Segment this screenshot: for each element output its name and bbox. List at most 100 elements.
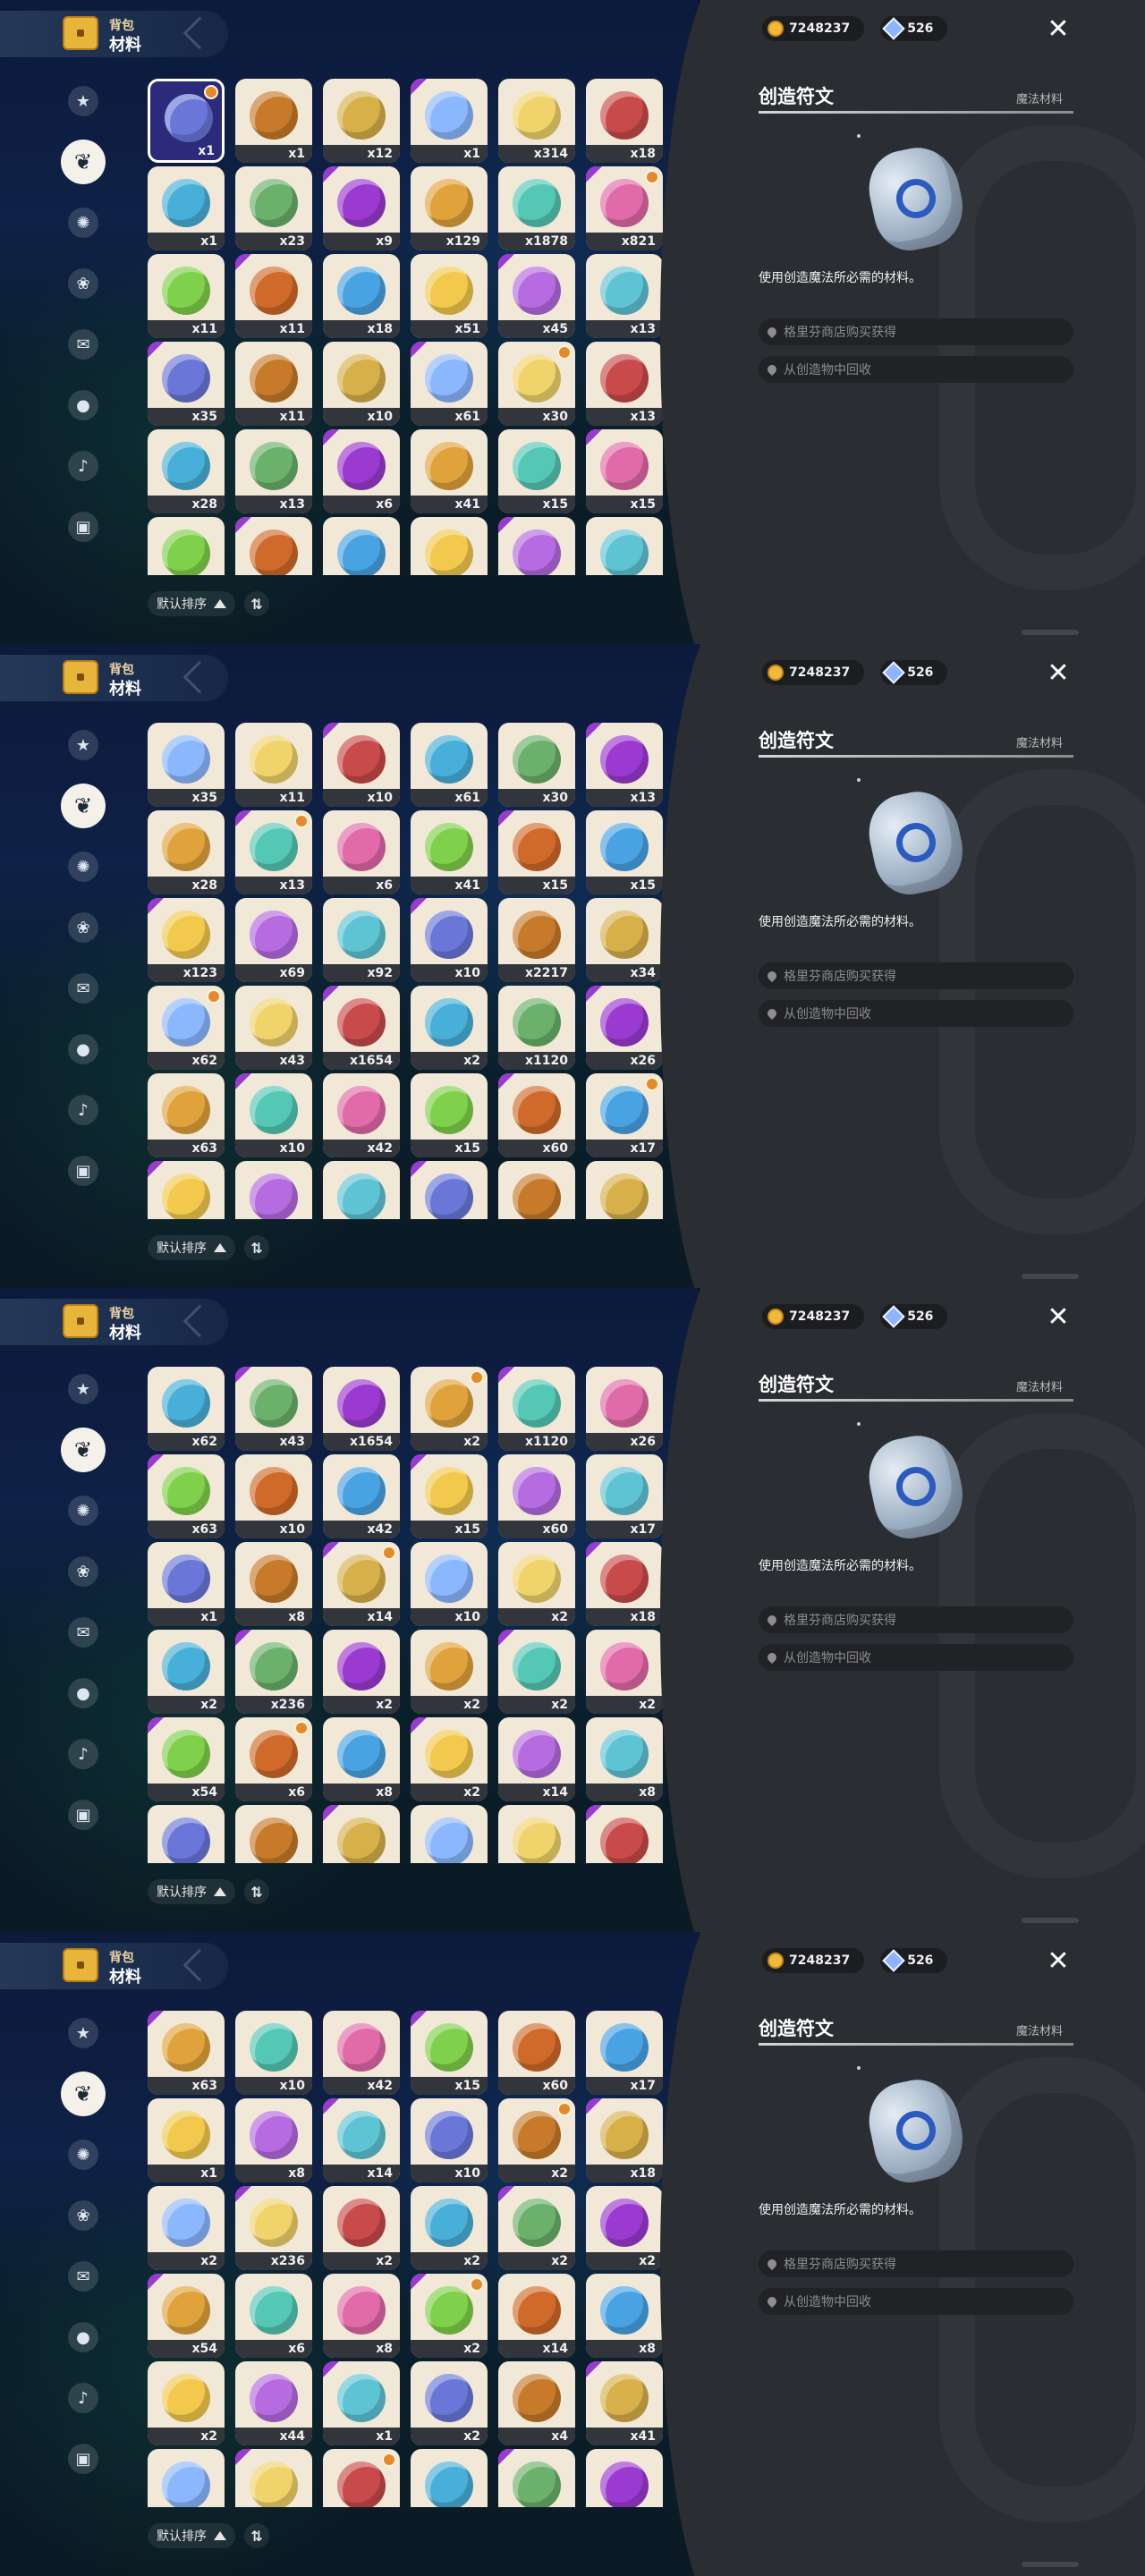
inventory-slot[interactable]: x44 <box>235 1805 312 1863</box>
inventory-slot[interactable]: x1 <box>148 2098 225 2182</box>
inventory-slot[interactable]: x2 <box>411 2186 488 2270</box>
inventory-slot[interactable]: x60 <box>498 2011 575 2095</box>
inventory-slot[interactable]: x2 <box>411 1805 488 1863</box>
inventory-slot[interactable]: x2 <box>498 1542 575 1626</box>
category-sprout[interactable]: ❀ <box>61 261 106 306</box>
inventory-slot[interactable]: x41 <box>148 2449 225 2507</box>
inventory-slot[interactable]: x15 <box>411 1454 488 1538</box>
inventory-slot[interactable]: x10 <box>323 342 400 426</box>
inventory-slot[interactable]: x2 <box>148 1805 225 1863</box>
inventory-slot[interactable]: x43 <box>235 986 312 1070</box>
inventory-slot[interactable] <box>586 2449 663 2507</box>
inventory-slot[interactable]: x236 <box>235 1630 312 1714</box>
source-row-1[interactable]: 格里芬商店购买获得 <box>759 962 1073 989</box>
inventory-slot[interactable]: x18 <box>586 1542 663 1626</box>
inventory-slot[interactable]: x15 <box>498 810 575 894</box>
bag-header[interactable]: 背包 材料 <box>0 1299 228 1345</box>
inventory-slot[interactable]: x45 <box>498 254 575 338</box>
inventory-slot[interactable]: x28 <box>148 810 225 894</box>
sort-order-icon[interactable]: ⇅ <box>244 1879 269 1904</box>
inventory-slot[interactable]: x8 <box>323 1717 400 1801</box>
inventory-slot[interactable]: x2 <box>586 1630 663 1714</box>
inventory-slot[interactable]: x2 <box>586 2186 663 2270</box>
inventory-slot[interactable]: x26 <box>586 1367 663 1451</box>
sort-order-icon[interactable]: ⇅ <box>244 2523 269 2548</box>
category-leaf[interactable]: ❦ <box>61 784 106 828</box>
inventory-slot[interactable]: x2 <box>323 1630 400 1714</box>
inventory-slot[interactable]: x92 <box>323 898 400 982</box>
close-icon[interactable]: ✕ <box>1045 660 1072 687</box>
inventory-slot[interactable]: x314 <box>498 79 575 163</box>
inventory-slot[interactable]: x12 <box>323 79 400 163</box>
inventory-slot[interactable]: x10 <box>411 1542 488 1626</box>
category-star[interactable]: ★ <box>61 723 106 767</box>
inventory-slot[interactable]: x17 <box>586 2011 663 2095</box>
category-cards[interactable]: ✉ <box>61 1610 106 1655</box>
inventory-slot[interactable]: x79 <box>235 2449 312 2507</box>
inventory-slot[interactable] <box>148 517 225 575</box>
inventory-slot[interactable]: x8 <box>235 2098 312 2182</box>
inventory-slot[interactable]: x1120 <box>498 1367 575 1451</box>
inventory-slot[interactable]: x1120 <box>498 986 575 1070</box>
inventory-slot[interactable]: x123 <box>148 898 225 982</box>
inventory-slot[interactable]: x6 <box>235 1717 312 1801</box>
inventory-slot[interactable]: x15 <box>586 429 663 513</box>
inventory-slot[interactable]: x2 <box>411 1630 488 1714</box>
bag-header[interactable]: 背包 材料 <box>0 655 228 701</box>
category-sun-gear[interactable]: ✺ <box>61 1488 106 1533</box>
inventory-slot[interactable]: x63 <box>148 1454 225 1538</box>
inventory-slot[interactable]: x35 <box>148 342 225 426</box>
inventory-slot[interactable]: x23 <box>235 166 312 250</box>
inventory-slot[interactable]: x14 <box>498 2274 575 2358</box>
category-bell[interactable]: ♪ <box>61 444 106 488</box>
category-star[interactable]: ★ <box>61 2011 106 2055</box>
source-row-2[interactable]: 从创造物中回收 <box>759 1644 1073 1671</box>
inventory-slot[interactable]: x10 <box>235 1454 312 1538</box>
inventory-slot[interactable]: x10 <box>411 2098 488 2182</box>
category-chest[interactable]: ▣ <box>61 1148 106 1193</box>
category-star[interactable]: ★ <box>61 1367 106 1411</box>
source-row-2[interactable]: 从创造物中回收 <box>759 356 1073 383</box>
inventory-slot[interactable]: x2 <box>411 1367 488 1451</box>
inventory-slot[interactable]: x17 <box>586 1454 663 1538</box>
inventory-slot[interactable]: x25 <box>323 2449 400 2507</box>
inventory-slot[interactable]: x18 <box>586 79 663 163</box>
category-sun-gear[interactable]: ✺ <box>61 2132 106 2177</box>
category-bell[interactable]: ♪ <box>61 1732 106 1776</box>
inventory-slot[interactable] <box>235 1161 312 1219</box>
sort-order-icon[interactable]: ⇅ <box>244 1235 269 1260</box>
source-row-2[interactable]: 从创造物中回收 <box>759 2288 1073 2315</box>
inventory-slot[interactable]: x1 <box>323 2361 400 2445</box>
inventory-slot[interactable]: x34 <box>586 898 663 982</box>
inventory-slot[interactable]: x14 <box>323 2098 400 2182</box>
inventory-slot[interactable] <box>411 1161 488 1219</box>
inventory-slot[interactable]: x2 <box>498 1630 575 1714</box>
inventory-slot[interactable]: x14 <box>498 1717 575 1801</box>
inventory-slot[interactable]: x236 <box>235 2186 312 2270</box>
inventory-slot[interactable]: x13 <box>586 723 663 807</box>
inventory-slot[interactable]: x821 <box>586 166 663 250</box>
inventory-slot[interactable]: x63 <box>148 2011 225 2095</box>
inventory-slot[interactable]: x15 <box>411 2011 488 2095</box>
inventory-slot[interactable]: x10 <box>411 898 488 982</box>
category-cards[interactable]: ✉ <box>61 322 106 367</box>
inventory-slot[interactable]: x8 <box>586 1717 663 1801</box>
inventory-slot[interactable]: x11 <box>148 254 225 338</box>
inventory-slot[interactable]: x2 <box>411 986 488 1070</box>
sort-button[interactable]: 默认排序 <box>148 1235 235 1260</box>
category-sun-gear[interactable]: ✺ <box>61 200 106 245</box>
inventory-slot[interactable]: x1 <box>411 79 488 163</box>
close-icon[interactable]: ✕ <box>1045 1948 1072 1975</box>
bag-header[interactable]: 背包 材料 <box>0 1943 228 1989</box>
category-cards[interactable]: ✉ <box>61 966 106 1011</box>
category-sprout[interactable]: ❀ <box>61 1549 106 1594</box>
inventory-slot[interactable]: x10 <box>323 723 400 807</box>
inventory-slot[interactable]: x2 <box>411 2361 488 2445</box>
inventory-slot[interactable]: x18 <box>586 2098 663 2182</box>
inventory-slot[interactable]: x18 <box>323 254 400 338</box>
inventory-slot[interactable] <box>586 517 663 575</box>
category-sun-gear[interactable]: ✺ <box>61 844 106 889</box>
inventory-slot[interactable]: x9 <box>323 166 400 250</box>
category-ball[interactable]: ● <box>61 1671 106 1716</box>
inventory-slot[interactable]: x10 <box>235 1073 312 1157</box>
